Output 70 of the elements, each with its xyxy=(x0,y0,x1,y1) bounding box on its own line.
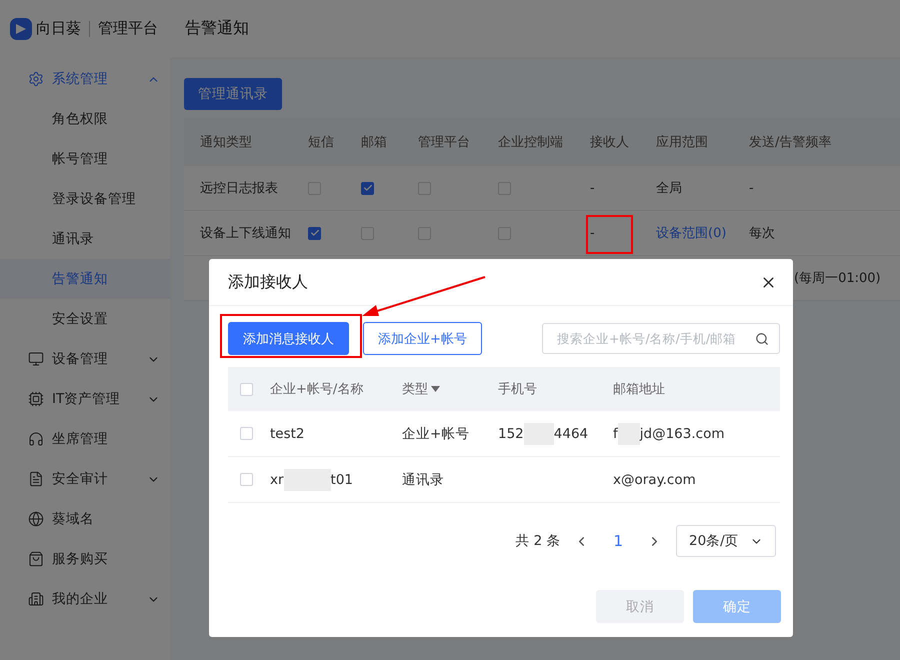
table-cell: 4464 xyxy=(554,426,588,442)
headset-icon xyxy=(28,431,44,447)
scope-link[interactable]: 设备范围(0) xyxy=(656,224,726,242)
bag-icon xyxy=(28,551,44,567)
checkbox[interactable] xyxy=(308,226,321,240)
add-enterprise-account-button[interactable]: 添加企业+帐号 xyxy=(363,322,482,355)
table-cell-text: 设备上下线通知 xyxy=(200,225,291,242)
table-cell: - xyxy=(749,180,754,196)
table-cell-text: 远控日志报表 xyxy=(200,180,278,197)
monitor-icon xyxy=(28,351,44,367)
table-cell: xr xyxy=(270,472,284,488)
column-header: 发送/告警频率 xyxy=(749,117,900,166)
globe-icon xyxy=(28,511,44,527)
table-cell: x@oray.com xyxy=(613,472,696,488)
table-cell: t01 xyxy=(330,472,354,488)
settings-icon xyxy=(28,71,44,87)
sidebar-item[interactable]: 安全审计 xyxy=(0,459,170,499)
sidebar-item[interactable]: 设备管理 xyxy=(0,339,170,379)
sidebar-item[interactable]: 服务购买 xyxy=(0,539,170,579)
column-header: 短信 xyxy=(308,117,361,166)
table-cell: f xyxy=(613,426,618,442)
table-cell: 通讯录 xyxy=(402,470,444,488)
brand-name: 向日葵 xyxy=(36,19,81,38)
logo-icon xyxy=(10,18,32,40)
checkbox[interactable] xyxy=(361,182,374,194)
page-size-select[interactable]: 20条/页 xyxy=(676,525,776,557)
dialog-title: 添加接收人 xyxy=(228,272,308,292)
highlight-frame xyxy=(586,215,633,254)
search-icon xyxy=(755,332,769,346)
column-header: 手机号 xyxy=(498,381,537,398)
page-title: 告警通知 xyxy=(185,18,249,39)
sidebar-item[interactable]: 角色权限 xyxy=(0,99,170,139)
sidebar-item[interactable]: 登录设备管理 xyxy=(0,179,170,219)
search-field[interactable]: 搜索企业+帐号/名称/手机/邮箱 xyxy=(542,323,780,354)
sidebar-item[interactable]: 系统管理 xyxy=(0,59,170,99)
column-header: 通知类型 xyxy=(184,117,308,166)
column-header: 类型 xyxy=(402,381,428,398)
building-icon xyxy=(28,591,44,607)
table-cell: jd@163.com xyxy=(640,426,724,442)
table-cell: - xyxy=(590,226,595,240)
table-cell-text: (每周一01:00) xyxy=(794,270,881,287)
document-icon xyxy=(28,471,44,487)
column-header: 邮箱 xyxy=(361,117,418,166)
sort-caret-icon[interactable] xyxy=(431,386,440,392)
table-cell: 152 xyxy=(498,426,524,442)
column-header: 管理平台 xyxy=(418,117,498,166)
table-cell: test2 xyxy=(270,426,305,442)
sidebar-item[interactable]: 坐席管理 xyxy=(0,419,170,459)
table-cell-text: 每次 xyxy=(749,225,775,242)
sidebar-item[interactable]: 葵域名 xyxy=(0,499,170,539)
column-header: 应用范围 xyxy=(656,117,749,166)
sidebar-item[interactable]: IT资产管理 xyxy=(0,379,170,419)
column-header: 邮箱地址 xyxy=(613,381,665,398)
column-header: 企业控制端 xyxy=(498,117,590,166)
page-number[interactable]: 1 xyxy=(603,532,633,550)
chip-icon xyxy=(28,391,44,407)
table-cell: - xyxy=(590,180,595,196)
sidebar-item[interactable]: 通讯录 xyxy=(0,219,170,259)
sidebar-item[interactable]: 安全设置 xyxy=(0,299,170,339)
column-header: 企业+帐号/名称 xyxy=(270,381,364,398)
column-header: 接收人 xyxy=(590,117,656,166)
table-cell-text: 全局 xyxy=(656,180,682,197)
table-cell: 企业+帐号 xyxy=(402,424,470,442)
sidebar-item[interactable]: 帐号管理 xyxy=(0,139,170,179)
add-message-receiver-button[interactable]: 添加消息接收人 xyxy=(228,322,349,355)
manage-contacts-button[interactable]: 管理通讯录 xyxy=(184,78,282,110)
total-count: 共 2 条 xyxy=(515,532,560,550)
sidebar-item[interactable]: 我的企业 xyxy=(0,579,170,619)
product-name: 管理平台 xyxy=(98,19,158,38)
sidebar-item[interactable]: 告警通知 xyxy=(0,259,170,299)
